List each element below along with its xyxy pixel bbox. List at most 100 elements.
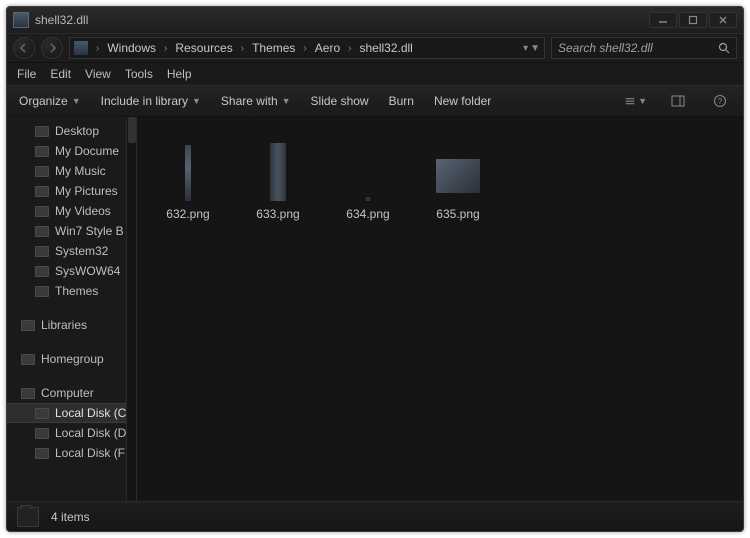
sidebar-item-label: Libraries [41, 318, 87, 332]
chevron-right-icon[interactable]: › [92, 43, 103, 54]
sidebar-item-homegroup[interactable]: Homegroup [7, 349, 126, 369]
chevron-down-icon: ▼ [282, 96, 291, 106]
body: Desktop My Docume My Music My Pictures M… [7, 117, 743, 501]
file-item[interactable]: 633.png [233, 127, 323, 221]
folder-icon [35, 146, 49, 157]
nav-row: › Windows › Resources › Themes › Aero › … [7, 33, 743, 63]
titlebar[interactable]: shell32.dll [7, 7, 743, 33]
organize-button[interactable]: Organize▼ [19, 94, 81, 108]
chevron-right-icon[interactable]: › [160, 43, 171, 54]
chevron-right-icon[interactable]: › [344, 43, 355, 54]
sidebar-item-label: Local Disk (F [55, 446, 125, 460]
sidebar-item-desktop[interactable]: Desktop [7, 121, 126, 141]
newfolder-label: New folder [434, 94, 491, 108]
sidebar-item-local-disk-f[interactable]: Local Disk (F [7, 443, 126, 463]
sidebar-item-label: Win7 Style B [55, 224, 124, 238]
item-count: 4 items [51, 510, 90, 524]
breadcrumb[interactable]: › Windows › Resources › Themes › Aero › … [69, 37, 545, 59]
toolbar: Organize▼ Include in library▼ Share with… [7, 85, 743, 117]
breadcrumb-segment[interactable]: shell32.dll [357, 41, 414, 55]
breadcrumb-segment[interactable]: Aero [313, 41, 342, 55]
disk-icon [35, 428, 49, 439]
change-view-button[interactable]: ▼ [625, 92, 647, 110]
sidebar-item-label: My Docume [55, 144, 119, 158]
sidebar-item-win7style[interactable]: Win7 Style B [7, 221, 126, 241]
scrollbar-thumb[interactable] [128, 117, 136, 143]
app-icon [13, 12, 29, 28]
sidebar-item-videos[interactable]: My Videos [7, 201, 126, 221]
chevron-right-icon[interactable]: › [299, 43, 310, 54]
sidebar-item-local-disk-c[interactable]: Local Disk (C [7, 403, 126, 423]
folder-icon [35, 226, 49, 237]
menubar: File Edit View Tools Help [7, 63, 743, 85]
sidebar-item-label: Computer [41, 386, 94, 400]
menu-tools[interactable]: Tools [125, 67, 153, 81]
libraries-icon [21, 320, 35, 331]
file-item[interactable]: 634.png [323, 127, 413, 221]
folder-icon [35, 186, 49, 197]
disk-icon [35, 448, 49, 459]
sidebar-item-syswow64[interactable]: SysWOW64 [7, 261, 126, 281]
close-button[interactable] [709, 12, 737, 28]
folder-icon [35, 206, 49, 217]
sidebar-item-system32[interactable]: System32 [7, 241, 126, 261]
slideshow-button[interactable]: Slide show [311, 94, 369, 108]
folder-icon [17, 507, 39, 527]
menu-edit[interactable]: Edit [50, 67, 71, 81]
folder-icon [35, 266, 49, 277]
file-name: 632.png [166, 207, 209, 221]
folder-icon [35, 126, 49, 137]
search-placeholder: Search shell32.dll [558, 41, 653, 55]
sidebar-item-libraries[interactable]: Libraries [7, 315, 126, 335]
sidebar-item-pictures[interactable]: My Pictures [7, 181, 126, 201]
file-thumbnail [185, 131, 191, 201]
forward-button[interactable] [41, 37, 63, 59]
file-area[interactable]: 632.png 633.png 634.png 635.png [137, 117, 743, 501]
sidebar-item-label: Desktop [55, 124, 99, 138]
share-label: Share with [221, 94, 278, 108]
breadcrumb-segment[interactable]: Windows [105, 41, 158, 55]
file-item[interactable]: 632.png [143, 127, 233, 221]
homegroup-icon [21, 354, 35, 365]
preview-pane-button[interactable] [667, 92, 689, 110]
breadcrumb-segment[interactable]: Resources [173, 41, 234, 55]
folder-icon [35, 246, 49, 257]
breadcrumb-dropdown[interactable]: ▾▼ [523, 43, 540, 54]
sidebar-item-label: My Pictures [55, 184, 118, 198]
breadcrumb-segment[interactable]: Themes [250, 41, 297, 55]
menu-help[interactable]: Help [167, 67, 192, 81]
status-bar: 4 items [7, 501, 743, 531]
menu-view[interactable]: View [85, 67, 111, 81]
help-button[interactable]: ? [709, 92, 731, 110]
menu-file[interactable]: File [17, 67, 36, 81]
back-button[interactable] [13, 37, 35, 59]
burn-button[interactable]: Burn [389, 94, 414, 108]
sidebar-item-label: Themes [55, 284, 98, 298]
minimize-button[interactable] [649, 12, 677, 28]
include-button[interactable]: Include in library▼ [101, 94, 201, 108]
sidebar-item-label: SysWOW64 [55, 264, 120, 278]
sidebar-item-themes[interactable]: Themes [7, 281, 126, 301]
sidebar-item-computer[interactable]: Computer [7, 383, 126, 403]
location-icon [74, 41, 88, 55]
share-button[interactable]: Share with ▼ [221, 94, 291, 108]
newfolder-button[interactable]: New folder [434, 94, 491, 108]
sidebar-item-label: Local Disk (C [55, 406, 126, 420]
sidebar-item-label: Homegroup [41, 352, 104, 366]
disk-icon [35, 408, 49, 419]
maximize-button[interactable] [679, 12, 707, 28]
sidebar-item-local-disk-d[interactable]: Local Disk (D [7, 423, 126, 443]
folder-icon [35, 286, 49, 297]
sidebar-item-label: Local Disk (D [55, 426, 126, 440]
file-thumbnail [436, 131, 480, 201]
explorer-window: shell32.dll › Windows › Resources › Them… [6, 6, 744, 532]
sidebar-item-music[interactable]: My Music [7, 161, 126, 181]
file-thumbnail [270, 131, 286, 201]
folder-icon [35, 166, 49, 177]
chevron-right-icon[interactable]: › [237, 43, 248, 54]
sidebar-item-documents[interactable]: My Docume [7, 141, 126, 161]
window-title: shell32.dll [35, 13, 88, 27]
search-input[interactable]: Search shell32.dll [551, 37, 737, 59]
file-item[interactable]: 635.png [413, 127, 503, 221]
sidebar-scrollbar[interactable] [126, 117, 136, 501]
